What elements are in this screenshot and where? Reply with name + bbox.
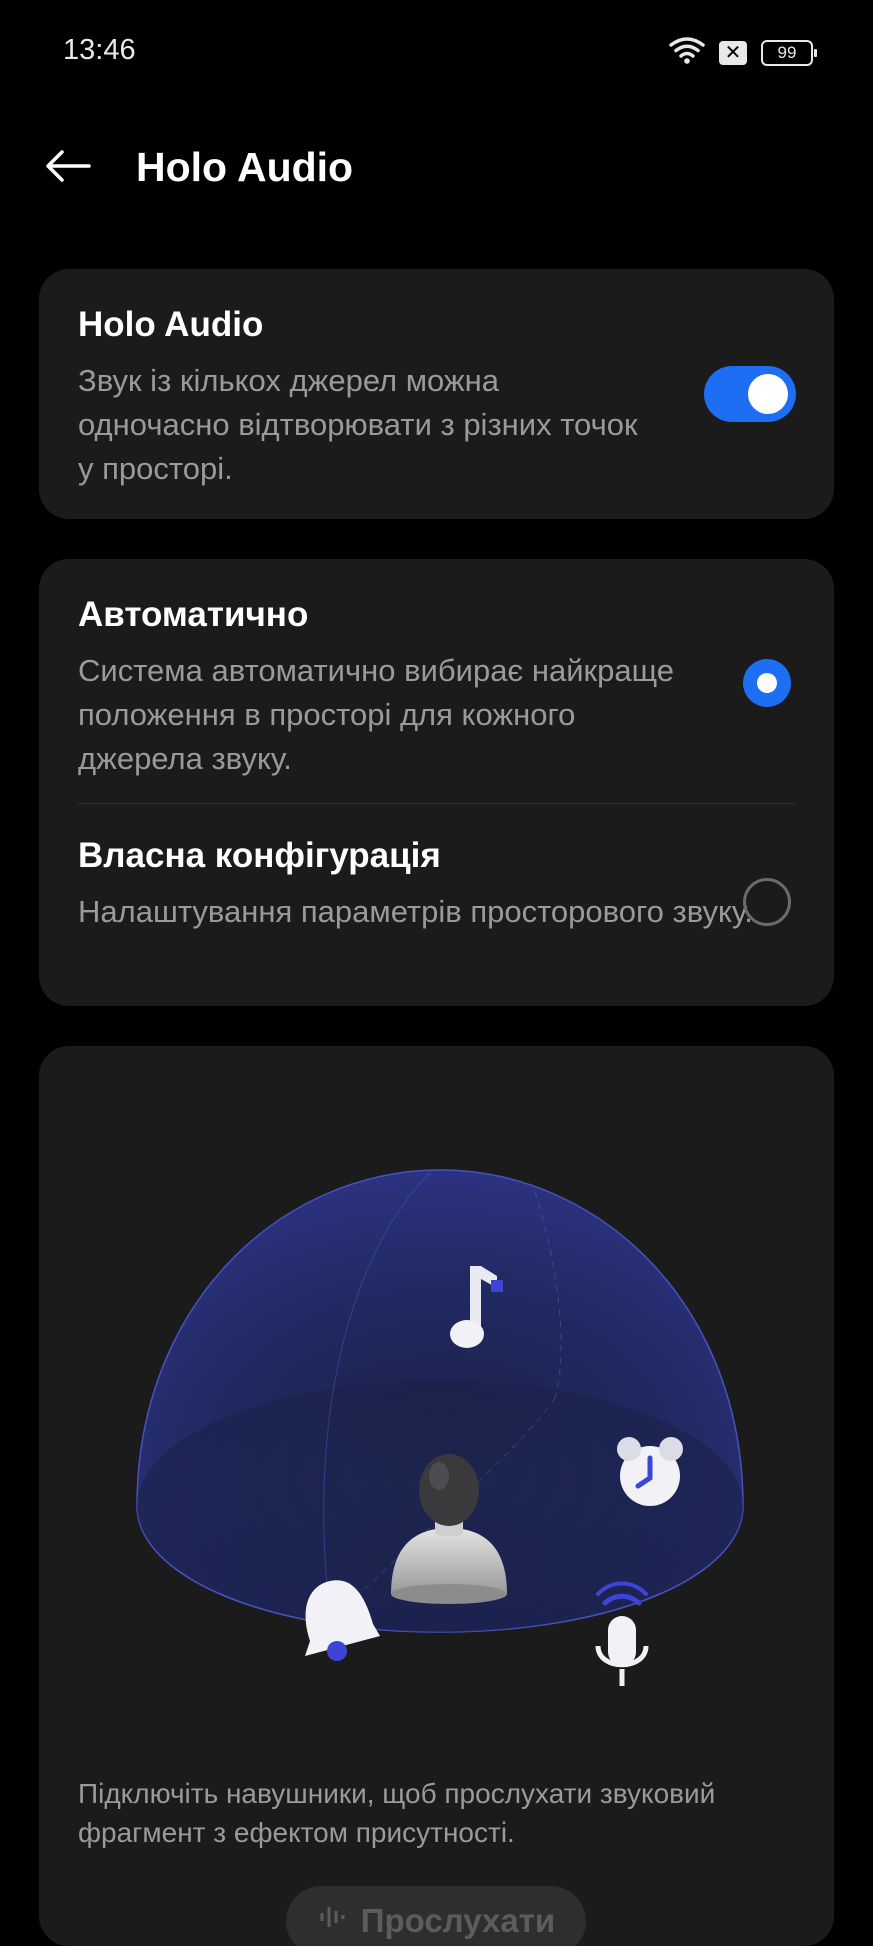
battery-icon: 99 (761, 39, 817, 66)
radio-custom[interactable] (743, 878, 791, 926)
page-title: Holo Audio (136, 144, 354, 190)
option-automatic[interactable]: Автоматично Система автоматично вибирає … (39, 559, 834, 803)
preview-card: Підключіть навушники, щоб прослухати зву… (39, 1046, 834, 1946)
holo-audio-card[interactable]: Holo Audio Звук із кількох джерел можна … (39, 269, 834, 519)
option-custom-description: Налаштування параметрів просторового зву… (78, 894, 753, 929)
sound-wave-icon (317, 1902, 347, 1940)
status-time: 13:46 (63, 34, 136, 66)
toggle-knob (748, 374, 788, 414)
option-automatic-title: Автоматично (78, 595, 309, 634)
holo-audio-title: Holo Audio (78, 305, 264, 344)
headphones-hint: Підключіть навушники, щоб прослухати зву… (78, 1778, 716, 1848)
sim-x-icon: ✕ (719, 40, 747, 65)
listen-button-label: Прослухати (360, 1902, 556, 1939)
mode-card: Автоматично Система автоматично вибирає … (39, 559, 834, 1006)
back-button[interactable] (40, 140, 96, 196)
app-bar: Holo Audio (0, 120, 873, 216)
spatial-audio-illustration (136, 1169, 744, 1686)
option-automatic-description: Система автоматично вибирає найкраще пол… (78, 653, 674, 776)
option-custom-title: Власна конфігурація (78, 836, 441, 875)
status-icons: ✕ 99 (669, 36, 817, 69)
status-bar: 13:46 ✕ 99 (0, 0, 873, 105)
wifi-icon (669, 36, 705, 69)
arrow-left-icon (45, 149, 91, 188)
holo-audio-description: Звук із кількох джерел можна одночасно в… (78, 363, 638, 486)
listen-button[interactable]: Прослухати (286, 1886, 586, 1946)
holo-audio-toggle[interactable] (704, 366, 796, 422)
radio-automatic[interactable] (743, 659, 791, 707)
option-custom[interactable]: Власна конфігурація Налаштування парамет… (39, 804, 834, 1006)
battery-level: 99 (777, 42, 797, 62)
